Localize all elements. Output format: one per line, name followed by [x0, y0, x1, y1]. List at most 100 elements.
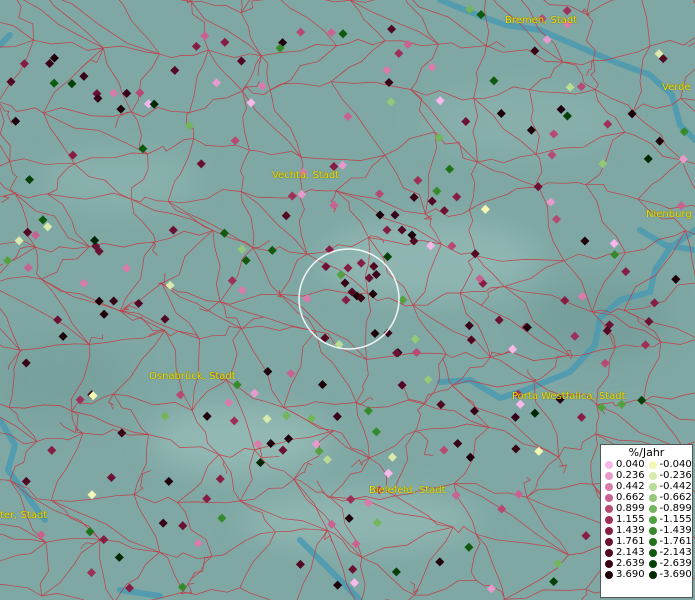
- town-marker[interactable]: [109, 88, 119, 98]
- town-marker[interactable]: [497, 504, 507, 514]
- town-marker[interactable]: [193, 538, 203, 548]
- town-marker[interactable]: [643, 154, 653, 164]
- town-marker[interactable]: [109, 296, 119, 306]
- town-marker[interactable]: [390, 210, 400, 220]
- town-marker[interactable]: [533, 182, 543, 192]
- town-marker[interactable]: [349, 578, 360, 588]
- town-marker[interactable]: [3, 256, 13, 266]
- town-marker[interactable]: [678, 154, 689, 164]
- town-marker[interactable]: [384, 77, 394, 88]
- town-marker[interactable]: [38, 215, 48, 225]
- town-marker[interactable]: [79, 71, 89, 81]
- town-marker[interactable]: [302, 294, 312, 304]
- town-marker[interactable]: [600, 358, 610, 368]
- town-marker[interactable]: [530, 46, 540, 56]
- town-marker[interactable]: [286, 368, 296, 379]
- town-marker[interactable]: [227, 276, 237, 286]
- map-canvas[interactable]: [0, 0, 695, 600]
- town-marker[interactable]: [439, 445, 449, 455]
- town-marker[interactable]: [427, 62, 437, 72]
- town-marker[interactable]: [451, 490, 461, 500]
- town-marker[interactable]: [332, 411, 342, 422]
- town-marker[interactable]: [215, 474, 225, 484]
- town-marker[interactable]: [196, 159, 206, 169]
- town-marker[interactable]: [47, 445, 57, 455]
- town-marker[interactable]: [317, 380, 328, 390]
- town-marker[interactable]: [466, 335, 476, 345]
- town-marker[interactable]: [386, 97, 396, 107]
- town-marker[interactable]: [348, 564, 358, 574]
- town-marker[interactable]: [94, 296, 104, 306]
- town-marker[interactable]: [241, 255, 251, 266]
- town-marker[interactable]: [549, 577, 559, 587]
- town-marker[interactable]: [423, 375, 433, 385]
- town-marker[interactable]: [295, 559, 305, 569]
- town-marker[interactable]: [576, 412, 587, 422]
- town-marker[interactable]: [297, 189, 307, 199]
- town-marker[interactable]: [453, 438, 463, 449]
- town-marker[interactable]: [394, 48, 404, 58]
- town-marker[interactable]: [387, 24, 397, 34]
- town-marker[interactable]: [374, 189, 384, 199]
- town-marker[interactable]: [621, 267, 631, 277]
- town-marker[interactable]: [202, 494, 212, 504]
- town-marker[interactable]: [165, 280, 175, 290]
- town-marker[interactable]: [160, 314, 170, 324]
- town-marker[interactable]: [184, 121, 194, 131]
- town-marker[interactable]: [87, 490, 97, 500]
- town-marker[interactable]: [267, 245, 277, 255]
- town-marker[interactable]: [257, 81, 268, 91]
- town-marker[interactable]: [191, 41, 201, 51]
- town-marker[interactable]: [371, 427, 381, 437]
- town-marker[interactable]: [23, 263, 33, 273]
- town-marker[interactable]: [370, 328, 380, 339]
- town-marker[interactable]: [23, 227, 33, 237]
- town-marker[interactable]: [411, 347, 422, 357]
- town-marker[interactable]: [230, 136, 240, 146]
- town-marker[interactable]: [90, 235, 100, 245]
- town-marker[interactable]: [375, 210, 385, 220]
- town-marker[interactable]: [30, 230, 41, 240]
- town-marker[interactable]: [79, 278, 89, 288]
- town-marker[interactable]: [581, 531, 591, 541]
- town-marker[interactable]: [296, 27, 306, 37]
- town-marker[interactable]: [250, 388, 260, 398]
- town-marker[interactable]: [200, 31, 210, 41]
- town-marker[interactable]: [452, 192, 462, 202]
- town-marker[interactable]: [432, 186, 442, 196]
- town-marker[interactable]: [387, 452, 397, 462]
- town-marker[interactable]: [134, 298, 144, 309]
- town-marker[interactable]: [116, 104, 126, 114]
- town-marker[interactable]: [464, 542, 474, 552]
- town-marker[interactable]: [435, 557, 445, 567]
- town-marker[interactable]: [99, 535, 109, 545]
- town-marker[interactable]: [24, 175, 35, 185]
- town-marker[interactable]: [217, 513, 227, 523]
- town-marker[interactable]: [58, 331, 68, 341]
- town-marker[interactable]: [410, 334, 420, 344]
- town-marker[interactable]: [436, 400, 446, 410]
- town-marker[interactable]: [494, 315, 504, 325]
- town-marker[interactable]: [19, 59, 29, 69]
- town-marker[interactable]: [610, 250, 620, 260]
- town-marker[interactable]: [164, 476, 174, 486]
- town-marker[interactable]: [106, 472, 116, 483]
- town-marker[interactable]: [382, 65, 392, 75]
- town-marker[interactable]: [341, 295, 351, 305]
- town-marker[interactable]: [281, 211, 291, 221]
- town-marker[interactable]: [158, 518, 168, 528]
- town-marker[interactable]: [114, 552, 124, 562]
- town-marker[interactable]: [439, 206, 449, 216]
- town-marker[interactable]: [175, 390, 185, 400]
- town-marker[interactable]: [445, 164, 455, 174]
- town-marker[interactable]: [49, 78, 59, 88]
- town-marker[interactable]: [237, 285, 247, 295]
- town-marker[interactable]: [514, 489, 524, 499]
- town-marker[interactable]: [530, 408, 540, 418]
- town-marker[interactable]: [655, 136, 665, 146]
- town-marker[interactable]: [562, 6, 572, 16]
- town-marker[interactable]: [609, 238, 619, 249]
- town-marker[interactable]: [383, 468, 393, 478]
- town-marker[interactable]: [122, 263, 132, 273]
- town-marker[interactable]: [329, 200, 339, 210]
